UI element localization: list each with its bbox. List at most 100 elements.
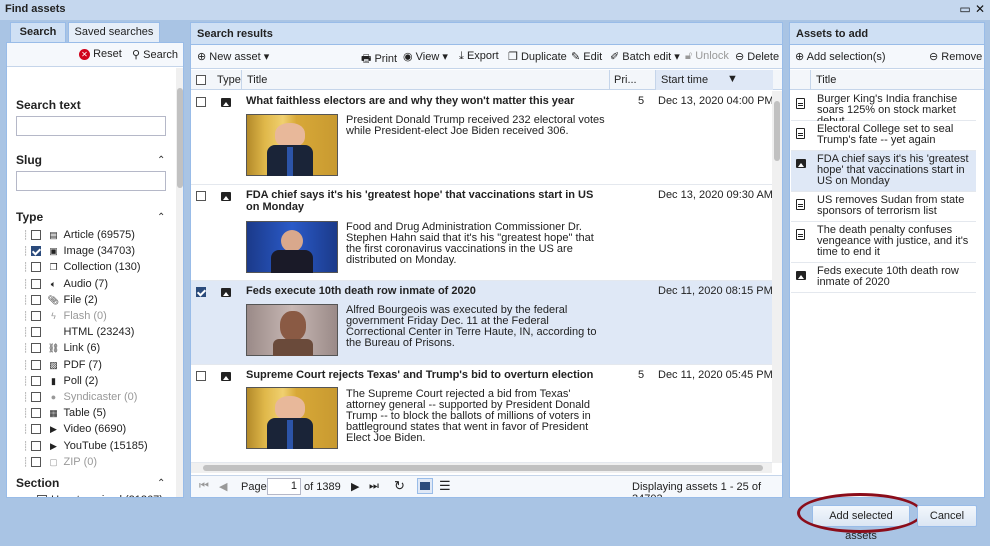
column-start-time[interactable]: Start time ▼: [655, 70, 773, 90]
type-checkbox[interactable]: [31, 262, 42, 273]
type-checkbox[interactable]: [31, 359, 42, 370]
type-checkbox[interactable]: [31, 408, 42, 419]
row-title[interactable]: Supreme Court rejects Texas' and Trump's…: [246, 369, 606, 381]
type-filter-item[interactable]: ┊ HTML (23243): [23, 326, 134, 342]
type-checkbox[interactable]: [31, 278, 42, 289]
maximize-icon[interactable]: ▭: [958, 2, 972, 16]
type-filter-item[interactable]: ┊ ▶ Video (6690): [23, 423, 126, 439]
search-results-panel: Search results ⊕ New asset ▾ 🖶 Print ◉ V…: [190, 22, 783, 498]
row-checkbox[interactable]: [196, 190, 206, 202]
edit-button[interactable]: ✎ Edit: [571, 50, 602, 63]
table-row[interactable]: Supreme Court rejects Texas' and Trump's…: [191, 365, 772, 463]
add-selection-button[interactable]: ⊕ Add selection(s): [795, 50, 886, 63]
new-asset-button[interactable]: ⊕ New asset ▾: [197, 50, 269, 63]
reset-button[interactable]: ✕ Reset: [79, 48, 122, 60]
type-filter-item[interactable]: ┊ ▤ Article (69575): [23, 229, 135, 245]
unlock-icon: 🔓︎: [685, 50, 693, 62]
next-page-icon[interactable]: ▶: [351, 480, 359, 493]
list-item[interactable]: The death penalty confuses vengeance wit…: [791, 222, 976, 263]
first-page-icon[interactable]: ⏮: [199, 480, 209, 493]
type-checkbox[interactable]: [31, 294, 42, 305]
search-button[interactable]: ⚲ Search: [132, 48, 178, 61]
section-filter-item[interactable]: Uncategorized(21267): [23, 494, 163, 497]
view-button[interactable]: ◉ View ▾: [403, 50, 448, 63]
list-item[interactable]: Electoral College set to seal Trump's fa…: [791, 121, 976, 151]
results-grid-body: What faithless electors are and why they…: [191, 91, 772, 463]
type-checkbox[interactable]: [31, 246, 42, 257]
row-checkbox[interactable]: [196, 370, 206, 382]
refresh-icon[interactable]: ↻: [394, 478, 405, 494]
list-view-icon[interactable]: ☰: [439, 478, 451, 494]
page-total: of 1389: [304, 481, 341, 493]
type-checkbox[interactable]: [31, 230, 42, 241]
column-priority[interactable]: Pri...: [614, 74, 637, 86]
slug-collapse-icon[interactable]: ⌃: [157, 155, 165, 166]
row-checkbox[interactable]: [196, 286, 206, 298]
slug-input[interactable]: [16, 171, 166, 191]
remove-button[interactable]: ⊖ Remove: [929, 50, 982, 63]
row-title[interactable]: Feds execute 10th death row inmate of 20…: [246, 285, 606, 297]
batch-edit-button[interactable]: ✐ Batch edit ▾: [610, 50, 680, 63]
row-checkbox[interactable]: [196, 96, 206, 108]
assets-column-title[interactable]: Title: [816, 74, 836, 86]
type-checkbox[interactable]: [31, 327, 42, 338]
type-filter-item[interactable]: ┊ ▣ Image (34703): [23, 245, 135, 261]
results-hscroll-thumb[interactable]: [203, 465, 763, 471]
last-page-icon[interactable]: ⏭: [369, 480, 379, 493]
select-all-checkbox[interactable]: [196, 74, 206, 86]
section-checkbox[interactable]: [37, 495, 48, 497]
unlock-button[interactable]: 🔓︎ Unlock: [685, 50, 729, 63]
tab-search[interactable]: Search: [10, 22, 66, 42]
type-filter-item[interactable]: ┊ ▢ ZIP (0): [23, 456, 97, 472]
results-vertical-scrollbar[interactable]: [772, 91, 782, 463]
row-title[interactable]: What faithless electors are and why they…: [246, 95, 606, 107]
row-start-time: Dec 11, 2020 05:45 PM: [658, 369, 772, 381]
section-collapse-icon[interactable]: ⌃: [157, 478, 165, 489]
type-checkbox[interactable]: [31, 392, 42, 403]
filter-scrollbar[interactable]: [176, 68, 183, 497]
duplicate-button[interactable]: ❐ Duplicate: [508, 50, 567, 63]
type-filter-item[interactable]: ┊ ▶ YouTube (15185): [23, 440, 148, 456]
cancel-button[interactable]: Cancel: [917, 505, 977, 527]
type-filter-item[interactable]: ┊ ▦ Table (5): [23, 407, 106, 423]
type-checkbox[interactable]: [31, 456, 42, 467]
type-filter-item[interactable]: ┊ 🔈︎ Audio (7): [23, 278, 108, 294]
type-filter-item[interactable]: ┊ 📎︎ File (2): [23, 294, 98, 310]
row-title[interactable]: FDA chief says it's his 'greatest hope' …: [246, 189, 606, 213]
type-filter-item[interactable]: ┊ ▨ PDF (7): [23, 359, 102, 375]
search-text-input[interactable]: [16, 116, 166, 136]
type-filter-item[interactable]: ┊ ⛓︎ Link (6): [23, 342, 100, 358]
filter-scroll-thumb[interactable]: [177, 88, 183, 188]
detail-view-icon[interactable]: [417, 478, 433, 494]
list-item[interactable]: Feds execute 10th death row inmate of 20…: [791, 263, 976, 293]
tab-saved-searches[interactable]: Saved searches: [68, 22, 160, 42]
type-filter-item[interactable]: ┊ ● Syndicaster (0): [23, 391, 137, 407]
table-row[interactable]: Feds execute 10th death row inmate of 20…: [191, 281, 772, 365]
print-button[interactable]: 🖶 Print: [361, 50, 397, 69]
type-checkbox[interactable]: [31, 375, 42, 386]
thumbnail-image: [246, 114, 338, 176]
type-checkbox[interactable]: [31, 440, 42, 451]
type-filter-item[interactable]: ┊ ❐ Collection (130): [23, 261, 140, 277]
list-item[interactable]: FDA chief says it's his 'greatest hope' …: [791, 151, 976, 192]
results-scroll-thumb[interactable]: [774, 101, 780, 161]
type-filter-item[interactable]: ┊ ϟ Flash (0): [23, 310, 107, 326]
type-checkbox[interactable]: [31, 424, 42, 435]
column-title[interactable]: Title: [247, 74, 267, 86]
list-item[interactable]: Burger King's India franchise soars 125%…: [791, 91, 976, 127]
delete-button[interactable]: ⊖ Delete: [735, 50, 779, 63]
prev-page-icon[interactable]: ◀: [219, 480, 227, 493]
type-checkbox[interactable]: [31, 343, 42, 354]
results-horizontal-scrollbar[interactable]: [191, 463, 772, 473]
column-type[interactable]: Type: [217, 74, 241, 86]
type-checkbox[interactable]: [31, 311, 42, 322]
table-row[interactable]: FDA chief says it's his 'greatest hope' …: [191, 185, 772, 281]
type-filter-item[interactable]: ┊ ▮ Poll (2): [23, 375, 98, 391]
close-icon[interactable]: ✕: [973, 2, 987, 16]
type-collapse-icon[interactable]: ⌃: [157, 212, 165, 223]
table-row[interactable]: What faithless electors are and why they…: [191, 91, 772, 185]
article-icon: [796, 199, 805, 210]
list-item[interactable]: US removes Sudan from state sponsors of …: [791, 192, 976, 222]
page-number-input[interactable]: 1: [267, 478, 301, 495]
export-button[interactable]: ⤓ Export: [459, 50, 499, 63]
